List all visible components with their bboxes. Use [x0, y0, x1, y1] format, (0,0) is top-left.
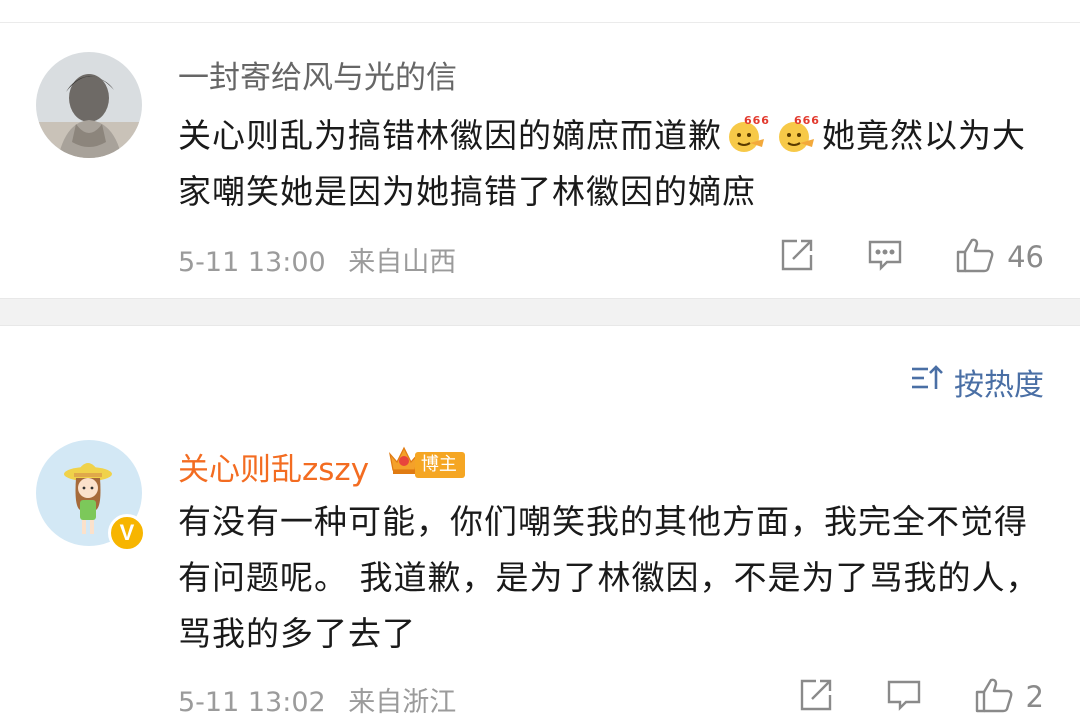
comment-icon[interactable] [867, 237, 903, 277]
thumbs-up-icon[interactable] [955, 236, 995, 278]
avatar[interactable] [36, 52, 142, 158]
username[interactable]: 关心则乱zszy [178, 452, 369, 488]
share-icon[interactable] [779, 237, 815, 277]
comment-item: 一封寄给风与光的信 关心则乱为搞错林徽因的嫡庶而道歉 666 666 她竟然以为… [0, 0, 1080, 298]
emoji-666: 666 [774, 113, 820, 153]
timestamp: 5-11 13:02 [178, 687, 326, 718]
comment-text-part: 关心则乱为搞错林徽因的嫡庶而道歉 [178, 116, 722, 155]
host-badge-label: 博主 [414, 452, 465, 478]
emoji-label: 666 [794, 114, 820, 127]
section-divider [0, 298, 1080, 326]
username[interactable]: 一封寄给风与光的信 [178, 58, 457, 98]
verified-badge: V [108, 514, 146, 552]
share-icon[interactable] [798, 677, 834, 717]
location: 来自浙江 [348, 687, 457, 718]
like-count: 2 [1025, 680, 1044, 714]
comment-meta: 5-11 13:02 来自浙江 [178, 680, 456, 719]
location: 来自山西 [348, 247, 457, 278]
thumbs-up-icon[interactable] [974, 676, 1014, 718]
timestamp: 5-11 13:00 [178, 247, 326, 278]
comment-text: 关心则乱为搞错林徽因的嫡庶而道歉 666 666 她竟然以为大家嘲笑她是因为她搞… [178, 108, 1048, 220]
comment-meta: 5-11 13:00 来自山西 [178, 240, 456, 279]
comment-item: V 关心则乱zszy 博主 有没有一种可能，你们嘲笑我的其他方面，我完全不觉得有… [0, 324, 1080, 718]
emoji-label: 666 [744, 114, 770, 127]
username-row: 关心则乱zszy 博主 [178, 444, 465, 490]
comment-icon[interactable] [886, 677, 922, 717]
emoji-666: 666 [724, 113, 770, 153]
comment-actions: 46 [779, 236, 1044, 278]
comment-actions: 2 [798, 676, 1044, 718]
host-badge: 博主 [387, 444, 465, 486]
like-count: 46 [1007, 240, 1044, 274]
comment-text: 有没有一种可能，你们嘲笑我的其他方面，我完全不觉得有问题呢。 我道歉，是为了林徽… [178, 502, 1040, 653]
